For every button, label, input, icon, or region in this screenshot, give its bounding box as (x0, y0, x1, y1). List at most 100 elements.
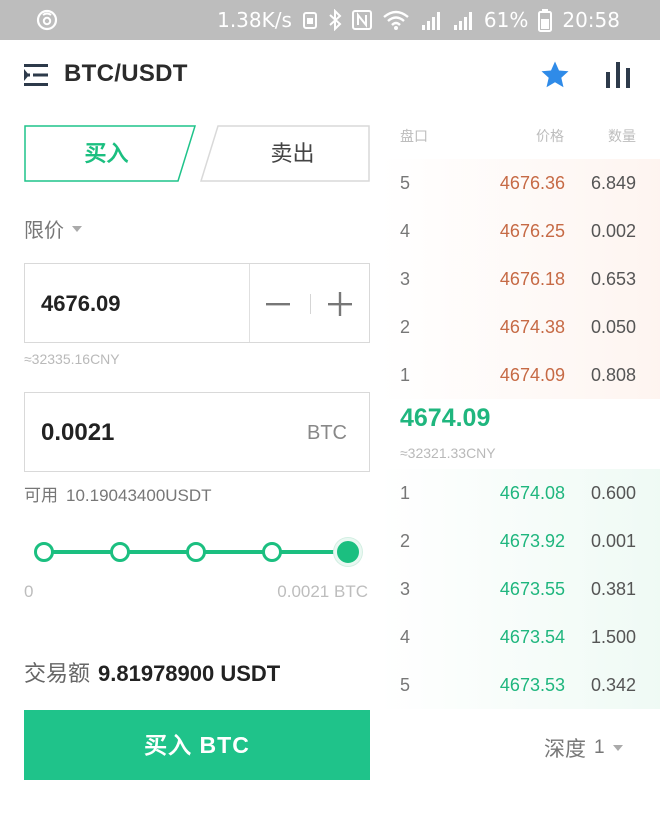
ask-price: 4674.38 (499, 317, 565, 337)
star-icon[interactable] (540, 60, 570, 90)
amount-value[interactable]: 0.0021 (41, 393, 114, 473)
tab-buy[interactable]: 买入 (24, 125, 196, 182)
ask-row[interactable]: 4 4676.25 0.002 (380, 207, 660, 255)
amount-slider[interactable] (24, 534, 370, 570)
tab-sell-label: 卖出 (270, 141, 315, 166)
order-book-header: 盘口 价格 数量 (400, 126, 636, 146)
bid-qty: 0.001 (590, 531, 636, 551)
bid-row[interactable]: 3 4673.55 0.381 (380, 565, 660, 613)
minus-icon[interactable] (263, 289, 293, 319)
storage-icon (302, 10, 318, 30)
ask-level: 5 (400, 173, 411, 193)
ask-row[interactable]: 1 4674.09 0.808 (380, 351, 660, 399)
bid-row[interactable]: 4 4673.54 1.500 (380, 613, 660, 661)
bid-level: 4 (400, 627, 411, 647)
price-value[interactable]: 4676.09 (41, 264, 121, 344)
clock: 20:58 (562, 8, 620, 32)
ask-price: 4676.25 (499, 221, 565, 241)
ask-price: 4676.18 (499, 269, 565, 289)
bid-row[interactable]: 5 4673.53 0.342 (380, 661, 660, 709)
wifi-icon (382, 9, 410, 31)
battery-percent: 61% (483, 8, 529, 32)
trade-total: 交易额 9.81978900 USDT (24, 656, 280, 688)
stepper-mid-divider (310, 294, 311, 314)
depth-label: 深度 (544, 738, 586, 761)
nfc-icon (351, 10, 372, 30)
slider-max-label: 0.0021 BTC (277, 582, 368, 601)
signal-4g-icon (420, 9, 442, 31)
slider-step-50[interactable] (186, 542, 206, 562)
depth-value: 1 (594, 737, 605, 758)
bid-qty: 1.500 (590, 627, 636, 647)
ask-price: 4674.09 (499, 365, 565, 385)
bid-qty: 0.342 (590, 675, 636, 695)
bid-level: 5 (400, 675, 411, 695)
header-qty: 数量 (608, 128, 636, 144)
menu-icon[interactable] (24, 64, 48, 86)
bid-price: 4673.92 (499, 531, 565, 551)
bid-qty: 0.600 (590, 483, 636, 503)
tab-buy-label: 买入 (84, 141, 129, 166)
ask-level: 4 (400, 221, 411, 241)
bid-price: 4673.53 (499, 675, 565, 695)
ask-level: 1 (400, 365, 411, 385)
ask-row[interactable]: 3 4676.18 0.653 (380, 255, 660, 303)
total-label: 交易额 (24, 661, 91, 686)
chevron-down-icon (72, 225, 82, 232)
ask-price: 4676.36 (499, 173, 565, 193)
plus-icon[interactable] (325, 289, 355, 319)
bluetooth-icon (328, 9, 342, 31)
ask-row[interactable]: 2 4674.38 0.050 (380, 303, 660, 351)
available-balance: 可用 10.19043400USDT (24, 481, 220, 506)
ask-level: 2 (400, 317, 411, 337)
ask-qty: 0.050 (590, 317, 636, 337)
chevron-down-icon (612, 745, 623, 751)
last-price[interactable]: 4674.09 (400, 404, 490, 433)
bid-qty: 0.381 (590, 579, 636, 599)
total-value: 9.81978900 USDT (98, 661, 281, 686)
tab-sell[interactable]: 卖出 (200, 125, 370, 182)
stepper-divider (249, 264, 250, 342)
amount-unit: BTC (307, 422, 347, 444)
slider-handle[interactable] (334, 538, 362, 566)
ask-qty: 6.849 (590, 173, 636, 193)
buy-button[interactable]: 买入 BTC (24, 710, 370, 780)
ask-level: 3 (400, 269, 411, 289)
bid-row[interactable]: 1 4674.08 0.600 (380, 469, 660, 517)
ask-qty: 0.808 (590, 365, 636, 385)
slider-step-25[interactable] (110, 542, 130, 562)
slider-step-75[interactable] (262, 542, 282, 562)
last-price-cny: ≈32321.33CNY (400, 445, 496, 461)
price-cny-estimate: ≈32335.16CNY (24, 351, 120, 367)
slider-step-0[interactable] (34, 542, 54, 562)
bid-price: 4673.55 (499, 579, 565, 599)
header-price: 价格 (536, 128, 564, 144)
header-level: 盘口 (400, 128, 428, 144)
bid-price: 4674.08 (499, 483, 565, 503)
bid-level: 2 (400, 531, 411, 551)
slider-min-label: 0 (24, 582, 34, 601)
bar-chart-icon[interactable] (604, 60, 632, 90)
available-value: 10.19043400USDT (66, 486, 212, 505)
bid-level: 1 (400, 483, 411, 503)
network-speed: 1.38K/s (217, 8, 292, 32)
status-bar: 1.38K/s 61% 20:58 (0, 0, 660, 40)
signal-2g-icon (452, 9, 474, 31)
bid-row[interactable]: 2 4673.92 0.001 (380, 517, 660, 565)
depth-select[interactable]: 深度 1 (544, 733, 623, 763)
app-notification-icon (36, 9, 58, 31)
bid-level: 3 (400, 579, 411, 599)
trade-side-tabs: 买入 卖出 (24, 125, 370, 182)
order-type-label: 限价 (24, 220, 64, 242)
ask-qty: 0.002 (590, 221, 636, 241)
available-label: 可用 (24, 486, 58, 505)
battery-icon (538, 8, 553, 32)
ask-row[interactable]: 5 4676.36 6.849 (380, 159, 660, 207)
bid-price: 4673.54 (499, 627, 565, 647)
app-header: BTC/USDT (0, 40, 660, 112)
ask-qty: 0.653 (590, 269, 636, 289)
pair-title[interactable]: BTC/USDT (64, 60, 188, 88)
order-type-select[interactable]: 限价 (24, 214, 82, 243)
price-input[interactable]: 4676.09 (24, 263, 370, 343)
amount-input[interactable]: 0.0021 BTC (24, 392, 370, 472)
